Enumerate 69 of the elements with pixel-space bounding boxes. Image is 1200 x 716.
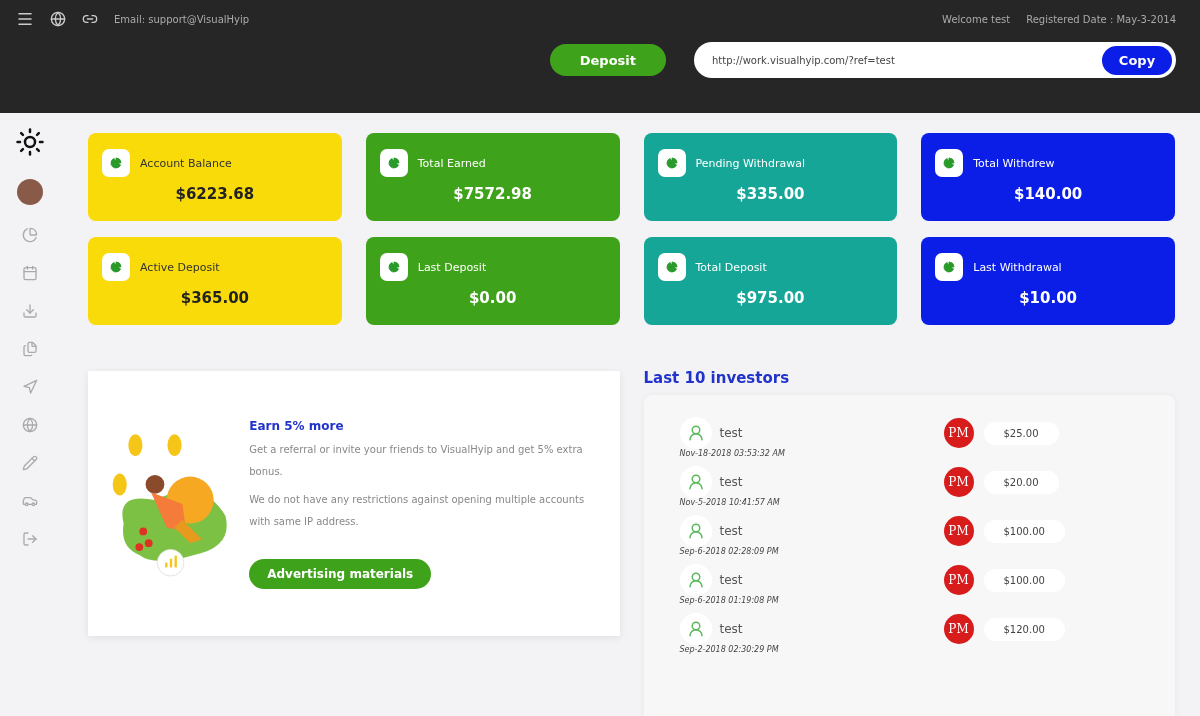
user-icon	[679, 613, 712, 645]
promo-text: We do not have any restrictions against opening multiple accounts with same IP address.	[249, 492, 586, 529]
stat-value: $140.00	[1012, 185, 1084, 203]
download-icon[interactable]	[22, 303, 38, 319]
support-email: Email: support@VisualHyip	[114, 13, 250, 25]
pie-chart-icon	[102, 149, 130, 177]
stat-value: $335.00	[735, 185, 806, 203]
pie-chart-icon	[935, 149, 964, 177]
welcome-text: Welcome test	[942, 13, 1011, 25]
pie-chart-icon	[657, 149, 686, 177]
copy-button[interactable]: Copy	[1102, 45, 1172, 75]
navigation-arrow-icon[interactable]	[22, 379, 38, 395]
stat-value: $10.00	[1018, 289, 1079, 307]
promo-title: Earn 5% more	[249, 418, 345, 433]
user-icon	[679, 564, 712, 596]
pie-chart-icon	[379, 149, 408, 177]
stat-value: $6223.68	[174, 185, 256, 203]
avatar[interactable]	[17, 179, 43, 205]
menu-icon[interactable]	[16, 10, 34, 28]
stat-label: Pending Withdrawal	[695, 156, 805, 170]
investor-name: test	[719, 524, 743, 538]
investment-date: Sep-2-2018 02:30:29 PM	[679, 645, 780, 654]
amount-pill: $100.00	[983, 519, 1065, 543]
stat-label: Total Deposit	[695, 260, 767, 274]
user-icon	[679, 515, 712, 547]
stat-label: Account Balance	[140, 156, 232, 170]
calendar-icon[interactable]	[22, 265, 38, 281]
user-icon	[679, 417, 712, 449]
processor-badge: PM	[943, 614, 974, 644]
amount-pill: $100.00	[983, 568, 1065, 592]
pencil-icon[interactable]	[22, 455, 38, 471]
investor-name: test	[719, 622, 743, 636]
investor-name: test	[719, 426, 743, 440]
amount-pill: $25.00	[983, 421, 1059, 445]
amount-pill: $120.00	[983, 617, 1065, 641]
stat-label: Total Withdrew	[973, 156, 1055, 170]
files-icon[interactable]	[22, 341, 38, 357]
processor-badge: PM	[943, 467, 974, 497]
investor-name: test	[719, 475, 743, 489]
investment-date: Sep-6-2018 01:19:08 PM	[679, 596, 780, 605]
pie-chart-icon	[657, 253, 686, 281]
stat-value: $0.00	[467, 289, 518, 307]
logout-icon[interactable]	[22, 531, 38, 547]
stat-value: $365.00	[179, 289, 251, 307]
processor-badge: PM	[943, 516, 974, 546]
pie-chart-icon	[379, 253, 408, 281]
processor-badge: PM	[943, 418, 974, 448]
investment-date: Nov-18-2018 03:53:32 AM	[679, 449, 786, 458]
pie-chart-icon	[102, 253, 130, 281]
globe-icon[interactable]	[50, 11, 66, 27]
stat-label: Active Deposit	[140, 260, 220, 274]
stat-value: $7572.98	[452, 185, 533, 203]
promo-text: Get a referral or invite your friends to VisualHyip and get 5% extra bonus.	[249, 442, 584, 479]
stat-value: $975.00	[735, 289, 806, 307]
user-icon	[679, 466, 712, 498]
stat-label: Last Deposit	[417, 260, 487, 274]
stat-label: Total Earned	[417, 156, 486, 170]
amount-pill: $20.00	[983, 470, 1059, 494]
referral-link-field[interactable]: http://work.visualhyip.com/?ref=test Copy	[694, 42, 1176, 78]
sun-icon[interactable]	[15, 127, 45, 157]
pie-chart-icon	[935, 253, 964, 281]
investor-name: test	[719, 573, 743, 587]
pie-chart-icon[interactable]	[22, 227, 38, 243]
investors-title: Last 10 investors	[643, 369, 791, 387]
investment-date: Sep-6-2018 02:28:09 PM	[679, 547, 780, 556]
processor-badge: PM	[943, 565, 974, 595]
stat-label: Last Withdrawal	[973, 260, 1062, 274]
registered-date: Registered Date : May-3-2014	[1026, 13, 1176, 25]
investment-date: Nov-5-2018 10:41:57 AM	[679, 498, 781, 507]
